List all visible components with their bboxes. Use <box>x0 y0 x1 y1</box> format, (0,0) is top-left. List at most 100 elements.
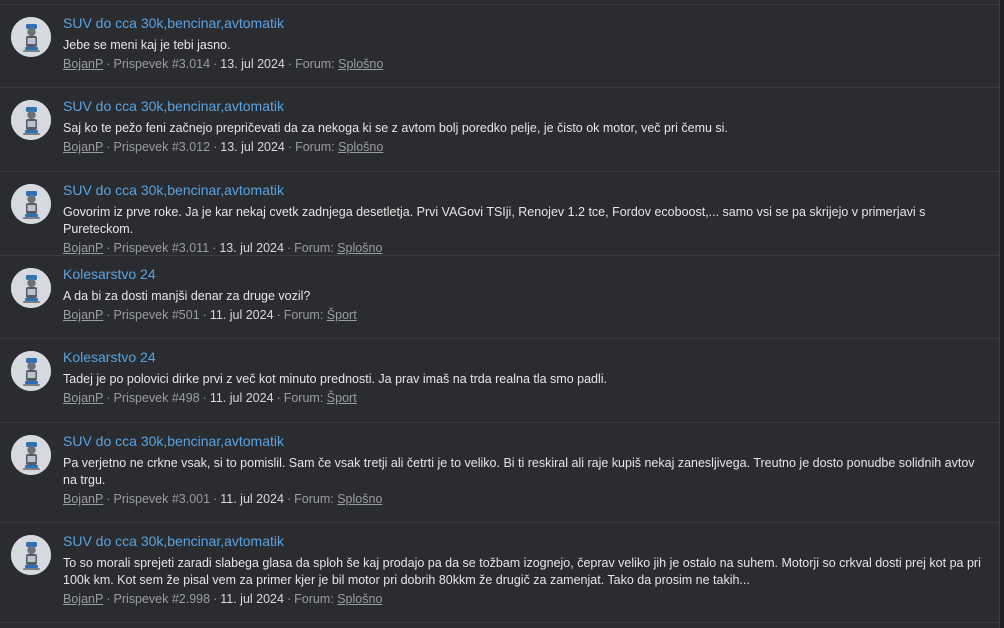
avatar-shape <box>27 38 36 44</box>
thread-title-link[interactable]: Kolesarstvo 24 <box>63 349 156 366</box>
forum-label: Forum: <box>283 391 324 405</box>
post-date: 11. jul 2024 <box>220 592 284 606</box>
avatar-shape <box>25 47 38 50</box>
avatar-shape <box>27 110 36 120</box>
avatar-shape <box>27 372 36 378</box>
post-snippet: To so morali sprejeti zaradi slabega gla… <box>63 556 981 587</box>
avatar-shape <box>23 301 40 303</box>
thread-title-link[interactable]: SUV do cca 30k,bencinar,avtomatik <box>63 15 284 32</box>
post-meta: BojanP · Prispevek #3.014 · 13. jul 2024 · For… <box>63 57 384 71</box>
avatar[interactable] <box>11 268 51 308</box>
post-date: 13. jul 2024 <box>220 57 285 71</box>
post-snippet: Govorim iz prve roke. Ja je kar nekaj cv… <box>63 205 926 236</box>
avatar-shape <box>27 361 36 371</box>
avatar-picture <box>11 535 51 575</box>
avatar-shape <box>25 298 38 301</box>
author-link[interactable]: BojanP <box>63 140 103 154</box>
author-link[interactable]: BojanP <box>63 241 103 255</box>
avatar-shape <box>27 27 36 37</box>
avatar-shape <box>27 205 36 211</box>
post-meta: BojanP · Prispevek #501 · 11. jul 2024 · Forum… <box>63 308 357 322</box>
avatar-shape <box>25 130 38 133</box>
post-snippet: A da bi za dosti manjši denar za druge v… <box>63 289 311 303</box>
avatar-shape <box>25 465 38 468</box>
forum-link[interactable]: Splošno <box>338 140 383 154</box>
avatar-picture <box>11 268 51 308</box>
avatar-picture <box>11 100 51 140</box>
post-meta: BojanP · Prispevek #3.011 · 13. jul 2024 · For… <box>63 241 383 255</box>
result-row: Kolesarstvo 24 Tadej je po polovici dirk… <box>0 339 999 423</box>
post-number: Prispevek #501 <box>113 308 200 322</box>
avatar-shape <box>25 381 38 384</box>
post-number: Prispevek #3.014 <box>113 57 211 71</box>
forum-link[interactable]: Šport <box>327 391 357 405</box>
avatar-shape <box>23 50 40 52</box>
forum-link[interactable]: Splošno <box>337 492 382 506</box>
result-row: SUV do cca 30k,bencinar,avtomatik Pa ver… <box>0 423 999 523</box>
post-snippet: Jebe se meni kaj je tebi jasno. <box>63 38 231 52</box>
thread-title-link[interactable]: SUV do cca 30k,bencinar,avtomatik <box>63 98 284 115</box>
avatar-shape <box>23 568 40 570</box>
avatar[interactable] <box>11 535 51 575</box>
avatar[interactable] <box>11 184 51 224</box>
post-date: 11. jul 2024 <box>220 492 284 506</box>
thread-title-link[interactable]: Kolesarstvo 24 <box>63 266 156 283</box>
thread-title-link[interactable]: SUV do cca 30k,bencinar,avtomatik <box>63 182 284 199</box>
post-meta: BojanP · Prispevek #3.001 · 11. jul 2024 · For… <box>63 492 383 506</box>
forum-link[interactable]: Splošno <box>338 57 383 71</box>
author-link[interactable]: BojanP <box>63 592 103 606</box>
avatar-shape <box>23 217 40 219</box>
forum-label: Forum: <box>294 592 334 606</box>
forum-link[interactable]: Splošno <box>337 241 382 255</box>
post-meta: BojanP · Prispevek #3.012 · 13. jul 2024 · For… <box>63 140 384 154</box>
post-snippet: Pa verjetno ne crkne vsak, si to pomisli… <box>63 456 975 487</box>
forum-label: Forum: <box>283 308 324 322</box>
avatar-shape <box>25 565 38 568</box>
forum-link[interactable]: Šport <box>327 308 357 322</box>
result-row: SUV do cca 30k,bencinar,avtomatik Saj ko… <box>0 88 999 172</box>
post-meta: BojanP · Prispevek #498 · 11. jul 2024 · Forum… <box>63 391 357 405</box>
avatar-picture <box>11 17 51 57</box>
post-date: 11. jul 2024 <box>209 391 274 405</box>
avatar-shape <box>27 289 36 295</box>
author-link[interactable]: BojanP <box>63 57 103 71</box>
post-snippet: Tadej je po polovici dirke prvi z več ko… <box>63 372 608 386</box>
forum-link[interactable]: Splošno <box>337 592 382 606</box>
post-date: 13. jul 2024 <box>219 241 284 255</box>
avatar-shape <box>27 278 36 288</box>
result-row: SUV do cca 30k,bencinar,avtomatik To so … <box>0 523 999 623</box>
avatar-shape <box>27 456 36 462</box>
author-link[interactable]: BojanP <box>63 391 103 405</box>
post-number: Prispevek #2.998 <box>113 592 211 606</box>
result-row: Kolesarstvo 24 A da bi za dosti manjši d… <box>0 256 999 339</box>
avatar[interactable] <box>11 100 51 140</box>
post-number: Prispevek #3.011 <box>113 241 210 255</box>
avatar[interactable] <box>11 17 51 57</box>
result-row: SUV do cca 30k,bencinar,avtomatik Govori… <box>0 172 999 256</box>
author-link[interactable]: BojanP <box>63 308 103 322</box>
result-row: SUV do cca 30k,bencinar,avtomatik Jebe s… <box>0 5 999 88</box>
avatar[interactable] <box>11 351 51 391</box>
avatar-shape <box>27 194 36 204</box>
avatar-shape <box>23 468 40 470</box>
thread-title-link[interactable]: SUV do cca 30k,bencinar,avtomatik <box>63 533 284 550</box>
post-snippet: Saj ko te pežo feni začnejo prepričevati… <box>63 121 728 135</box>
post-date: 13. jul 2024 <box>220 140 285 154</box>
forum-label: Forum: <box>295 140 335 154</box>
thread-title-link[interactable]: SUV do cca 30k,bencinar,avtomatik <box>63 433 284 450</box>
avatar-picture <box>11 184 51 224</box>
post-number: Prispevek #3.001 <box>113 492 211 506</box>
avatar-picture <box>11 435 51 475</box>
post-number: Prispevek #498 <box>113 391 200 405</box>
avatar-shape <box>27 121 36 127</box>
avatar-shape <box>27 556 36 562</box>
avatar[interactable] <box>11 435 51 475</box>
avatar-shape <box>25 214 38 217</box>
author-link[interactable]: BojanP <box>63 492 103 506</box>
forum-label: Forum: <box>295 57 335 71</box>
search-results-list: SUV do cca 30k,bencinar,avtomatik Jebe s… <box>0 0 1000 628</box>
avatar-shape <box>27 445 36 455</box>
avatar-shape <box>23 133 40 135</box>
avatar-picture <box>11 351 51 391</box>
forum-label: Forum: <box>294 241 334 255</box>
